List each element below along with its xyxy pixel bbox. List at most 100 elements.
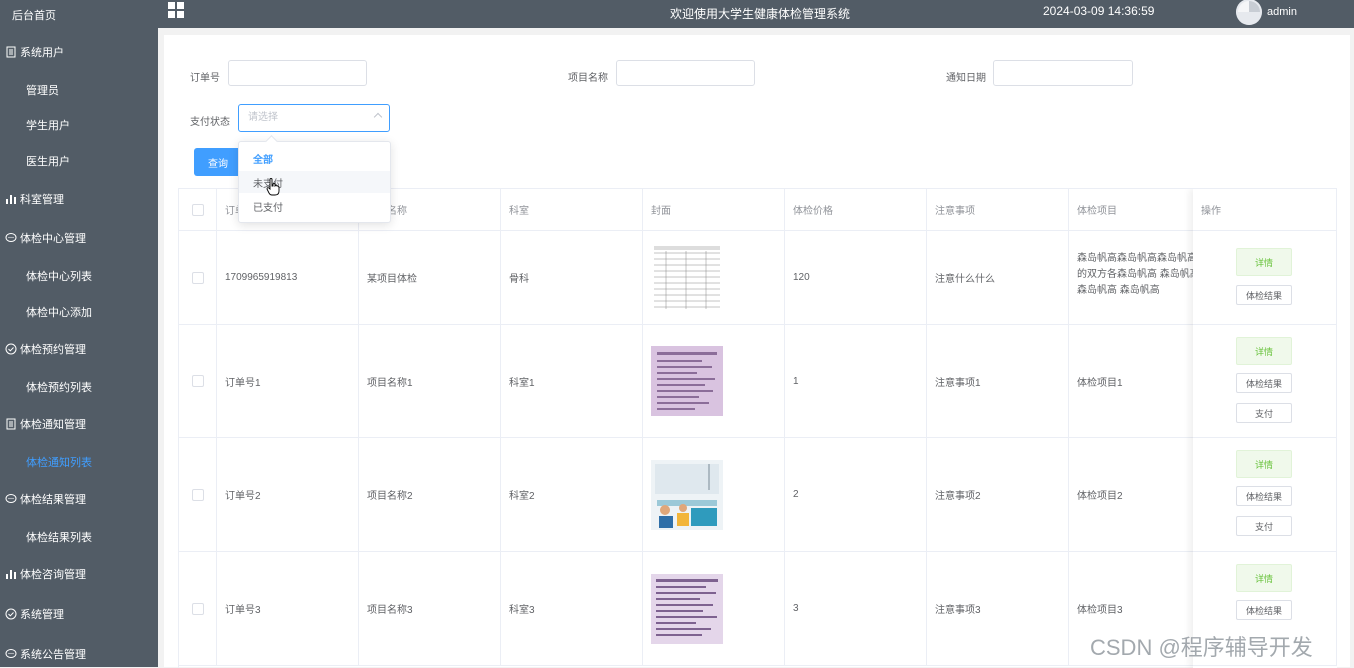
sidebar-item-student-users[interactable]: 学生用户 <box>0 110 158 140</box>
operations-column: 操作 详情 体检结果 详情 体检结果 支付 详情 体检结果 支付 详情 体检结果 <box>1193 189 1337 668</box>
sidebar-item-label: 体检预约列表 <box>26 382 92 394</box>
exam-result-button[interactable]: 体检结果 <box>1236 486 1292 506</box>
sidebar-item-label: 学生用户 <box>26 120 70 132</box>
cell-project: 项目名称1 <box>359 325 501 438</box>
query-button-label: 查询 <box>208 158 228 170</box>
data-table: 订单号 项目名称 科室 封面 体检价格 注意事项 体检项目 1709965919… <box>178 188 1337 668</box>
sidebar-item-admin[interactable]: 管理员 <box>0 75 158 105</box>
row-checkbox[interactable] <box>191 488 204 501</box>
system-title: 欢迎使用大学生健康体检管理系统 <box>669 7 850 21</box>
pay-button[interactable]: 支付 <box>1236 516 1292 536</box>
chat-icon <box>4 647 18 661</box>
sidebar-item-doctor-users[interactable]: 医生用户 <box>0 146 158 176</box>
bar-chart-icon <box>4 192 18 206</box>
option-unpaid[interactable]: 未支付 <box>239 171 390 193</box>
sidebar: 后台首页 系统用户 管理员 学生用户 医生用户 科室管理 体检中心管理 体检中心… <box>0 0 158 667</box>
actions-cell: 详情 体检结果 支付 <box>1193 438 1337 552</box>
order-number-input[interactable] <box>228 60 367 86</box>
pay-button[interactable]: 支付 <box>1236 403 1292 423</box>
sidebar-item-label: 体检通知列表 <box>26 457 92 469</box>
cell-notes: 注意什么什么 <box>927 231 1069 325</box>
sidebar-item-exam-center-list[interactable]: 体检中心列表 <box>0 261 158 291</box>
pay-status-select[interactable]: 请选择 <box>238 104 390 132</box>
cell-order: 订单号1 <box>217 325 359 438</box>
sidebar-item-appointment-list[interactable]: 体检预约列表 <box>0 372 158 402</box>
cell-project: 项目名称2 <box>359 438 501 552</box>
current-datetime: 2024-03-09 14:36:59 <box>1043 4 1155 18</box>
row-checkbox[interactable] <box>191 375 204 387</box>
exam-result-button[interactable]: 体检结果 <box>1236 285 1292 305</box>
row-select-cell <box>179 552 217 666</box>
sidebar-group-consult[interactable]: 体检咨询管理 <box>0 559 158 589</box>
cell-dept: 骨科 <box>501 231 643 325</box>
cover-image[interactable] <box>651 242 723 313</box>
cell-cover <box>643 552 785 666</box>
cell-dept: 科室2 <box>501 438 643 552</box>
sidebar-group-results[interactable]: 体检结果管理 <box>0 484 158 514</box>
sidebar-group-system[interactable]: 系统管理 <box>0 599 158 629</box>
exam-result-button[interactable]: 体检结果 <box>1236 600 1292 620</box>
query-button[interactable]: 查询 <box>194 148 242 176</box>
cell-price: 120 <box>785 231 927 325</box>
notice-date-label: 通知日期 <box>946 73 986 84</box>
cell-order: 1709965919813 <box>217 231 359 325</box>
sidebar-group-exam-center[interactable]: 体检中心管理 <box>0 223 158 253</box>
sidebar-item-notice-list[interactable]: 体检通知列表 <box>0 447 158 477</box>
cell-notes: 注意事项1 <box>927 325 1069 438</box>
check-circle-icon <box>4 607 18 621</box>
option-paid[interactable]: 已支付 <box>239 195 390 217</box>
cover-image[interactable] <box>651 459 723 530</box>
header-items: 体检项目 <box>1069 189 1211 231</box>
cover-image[interactable] <box>651 346 723 416</box>
document-icon <box>4 417 18 431</box>
cell-items: 森岛帆高森岛帆高森岛帆高的双方各森岛帆高 森岛帆高森岛帆高 森岛帆高 <box>1069 231 1211 325</box>
notice-date-input[interactable] <box>993 60 1133 86</box>
sidebar-group-announcements[interactable]: 系统公告管理 <box>0 639 158 667</box>
sidebar-group-system-users[interactable]: 系统用户 <box>0 37 158 67</box>
select-all-checkbox[interactable] <box>191 203 204 216</box>
document-icon <box>4 45 18 59</box>
row-select-cell <box>179 325 217 438</box>
row-select-cell <box>179 438 217 552</box>
row-select-cell <box>179 231 217 325</box>
sidebar-group-label: 体检通知管理 <box>20 419 86 431</box>
sidebar-item-label: 后台首页 <box>12 10 56 22</box>
row-checkbox[interactable] <box>191 271 204 284</box>
exam-result-button[interactable]: 体检结果 <box>1236 373 1292 393</box>
cell-dept: 科室3 <box>501 552 643 666</box>
project-name-input[interactable] <box>616 60 755 86</box>
sidebar-item-label: 体检中心添加 <box>26 307 92 319</box>
sidebar-group-label: 体检结果管理 <box>20 494 86 506</box>
cell-notes: 注意事项2 <box>927 438 1069 552</box>
sidebar-group-appointments[interactable]: 体检预约管理 <box>0 334 158 364</box>
cell-cover <box>643 325 785 438</box>
username[interactable]: admin <box>1267 6 1297 18</box>
pay-status-dropdown: 全部 未支付 已支付 <box>238 135 391 223</box>
sidebar-item-label: 医生用户 <box>26 156 70 168</box>
chat-icon <box>4 231 18 245</box>
sidebar-group-label: 体检咨询管理 <box>20 569 86 581</box>
hand-cursor-icon <box>266 178 280 196</box>
option-all[interactable]: 全部 <box>239 147 390 169</box>
sidebar-group-departments[interactable]: 科室管理 <box>0 184 158 214</box>
detail-button[interactable]: 详情 <box>1236 564 1292 592</box>
sidebar-group-label: 体检预约管理 <box>20 344 86 356</box>
cover-image[interactable] <box>651 573 723 644</box>
chevron-up-icon <box>373 112 383 122</box>
sidebar-group-label: 系统公告管理 <box>20 649 86 661</box>
sidebar-group-notices[interactable]: 体检通知管理 <box>0 409 158 439</box>
sidebar-group-label: 系统管理 <box>20 609 64 621</box>
actions-cell: 详情 体检结果 <box>1193 231 1337 325</box>
sidebar-item-exam-center-add[interactable]: 体检中心添加 <box>0 297 158 327</box>
sidebar-item-label: 体检中心列表 <box>26 271 92 283</box>
sidebar-group-label: 科室管理 <box>20 194 64 206</box>
header-price: 体检价格 <box>785 189 927 231</box>
detail-button[interactable]: 详情 <box>1236 450 1292 478</box>
detail-button[interactable]: 详情 <box>1236 337 1292 365</box>
detail-button[interactable]: 详情 <box>1236 248 1292 276</box>
sidebar-item-home[interactable]: 后台首页 <box>0 0 158 30</box>
watermark: CSDN @程序辅导开发 <box>1090 635 1313 660</box>
sidebar-item-result-list[interactable]: 体检结果列表 <box>0 522 158 552</box>
row-checkbox[interactable] <box>191 602 204 615</box>
avatar[interactable] <box>1236 0 1262 25</box>
